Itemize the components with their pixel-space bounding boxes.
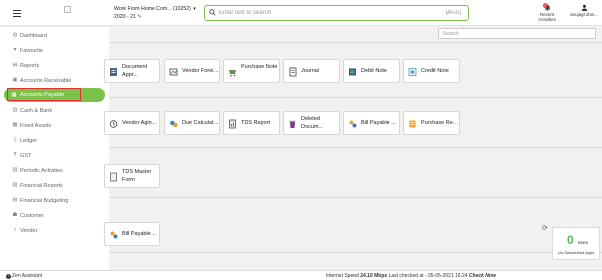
- company-selector[interactable]: Work From Home Com... (10252) ▾ 2020 - 2…: [114, 6, 196, 21]
- sidebar-item-financial-reports[interactable]: ▨ Financial Reports: [0, 178, 105, 193]
- financial-reports-icon: ▨: [12, 182, 18, 188]
- card-document-approval[interactable]: Document Appr...: [104, 59, 160, 83]
- sidebar-item-customer[interactable]: ☗ Customer: [0, 208, 105, 223]
- content-search-box[interactable]: [438, 28, 596, 39]
- section-divider: [109, 42, 602, 43]
- financial-year: 2020 - 21: [114, 13, 136, 20]
- more-link[interactable]: More: [578, 240, 588, 245]
- vendor-aging-icon: [109, 119, 119, 129]
- credit-note-icon: [408, 67, 418, 77]
- sidebar-item-vendor[interactable]: ⬨ Vendor: [0, 223, 105, 238]
- user-icon: [581, 4, 587, 11]
- dashboard-icon: ◍: [12, 32, 18, 38]
- assets-icon: ▩: [12, 122, 18, 128]
- recent-activities-button[interactable]: 0 Recent Activities: [531, 3, 563, 22]
- ledger-icon: ▯: [13, 137, 17, 143]
- user-name: anujagl.shin...: [570, 12, 598, 17]
- card-purchase-note[interactable]: Purchase Note: [223, 59, 280, 83]
- card-bill-payable-2[interactable]: Bill Payable ...: [104, 222, 160, 246]
- section-divider: [109, 197, 602, 198]
- edit-icon[interactable]: ✎: [137, 14, 141, 20]
- debit-note-icon: [348, 67, 358, 77]
- status-bar: ? Zen Assistant Internet Speed 24.10 Mbps…: [0, 270, 602, 280]
- card-vendor-foreign[interactable]: Vendor Foreig...: [164, 59, 220, 83]
- card-vendor-aging[interactable]: Vendor Aging...: [104, 111, 160, 135]
- company-name: Work From Home Com... (10252): [114, 6, 191, 12]
- notification-badge: 0: [543, 3, 548, 8]
- payable-icon: ▦: [11, 92, 17, 98]
- journal-icon: [288, 67, 298, 77]
- search-icon: [209, 9, 216, 16]
- top-bar: Work From Home Com... (10252) ▾ 2020 - 2…: [0, 0, 602, 26]
- sidebar-item-gst[interactable]: ₹ GST: [0, 148, 105, 163]
- tds-report-icon: [228, 119, 238, 129]
- content-search-input[interactable]: [443, 29, 593, 38]
- bank-icon: ▥: [12, 107, 18, 113]
- periodic-icon: ▧: [12, 167, 18, 173]
- vendor-icon: ⬨: [13, 227, 17, 233]
- internet-speed: Internet Speed 24.10 Mbps Last checked a…: [326, 273, 496, 279]
- receivable-icon: ▣: [12, 77, 18, 83]
- tds-master-icon: [109, 172, 119, 182]
- bill-payable-icon: [348, 119, 358, 129]
- bill-payable-icon: [109, 230, 119, 240]
- reports-icon: ▤: [12, 62, 18, 68]
- help-icon: ?: [6, 274, 11, 279]
- card-due-calculation[interactable]: Due Calculati...: [164, 111, 220, 135]
- card-journal[interactable]: Journal: [283, 59, 340, 83]
- sidebar-item-periodic-activities[interactable]: ▧ Periodic Activities: [0, 163, 105, 178]
- unsubscribed-apps-widget[interactable]: 0 More Un-Subscribed Apps: [552, 227, 600, 260]
- card-credit-note[interactable]: Credit Note: [403, 59, 460, 83]
- document-approval-icon: [109, 67, 119, 77]
- search-shortcut: [Alt+G]: [445, 10, 461, 16]
- sidebar-item-cash-bank[interactable]: ▥ Cash & Bank: [0, 103, 105, 118]
- card-tds-report[interactable]: TDS Report: [223, 111, 280, 135]
- sidebar-item-ledger[interactable]: ▯ Ledger: [0, 133, 105, 148]
- card-tds-master-form[interactable]: TDS Master Form: [104, 164, 160, 188]
- section-divider: [109, 147, 602, 148]
- hamburger-menu-icon[interactable]: [13, 10, 21, 18]
- deleted-document-icon: [288, 119, 298, 129]
- vendor-foreign-icon: [169, 67, 179, 77]
- rupee-icon: ₹: [13, 152, 17, 158]
- budget-icon: ▤: [12, 197, 18, 203]
- card-purchase-register[interactable]: Purchase Regi...: [403, 111, 460, 135]
- card-bill-payable[interactable]: Bill Payable ...: [343, 111, 400, 135]
- sidebar-item-dashboard[interactable]: ◍ Dashboard: [0, 28, 105, 43]
- purchase-register-icon: [408, 119, 418, 129]
- section-divider: [109, 97, 602, 98]
- global-search[interactable]: [Alt+G]: [204, 5, 469, 21]
- card-deleted-document[interactable]: Deleted Docum...: [283, 111, 340, 135]
- section-divider: [109, 252, 602, 253]
- refresh-icon[interactable]: ⟳: [542, 224, 548, 232]
- due-calculation-icon: [169, 119, 179, 129]
- zen-assistant[interactable]: ? Zen Assistant: [6, 273, 42, 279]
- recent-activities-label: Recent Activities: [538, 12, 556, 22]
- customer-icon: ☗: [12, 212, 18, 218]
- check-now-link[interactable]: Check Now: [469, 273, 496, 279]
- card-debit-note[interactable]: Debit Note: [343, 59, 400, 83]
- chevron-down-icon: ▾: [191, 6, 196, 12]
- sidebar: ◍ Dashboard ♥ Favourite ▤ Reports ▣ Accounts…: [0, 27, 109, 270]
- company-logo: [64, 6, 71, 13]
- sidebar-item-fixed-assets[interactable]: ▩ Fixed Assets: [0, 118, 105, 133]
- heart-icon: ♥: [13, 47, 17, 53]
- sidebar-item-reports[interactable]: ▤ Reports: [0, 58, 105, 73]
- sidebar-item-accounts-receivable[interactable]: ▣ Accounts Receivable: [0, 73, 105, 88]
- user-menu[interactable]: anujagl.shin...: [569, 4, 599, 17]
- unsubscribed-apps-label: Un-Subscribed Apps: [557, 250, 595, 255]
- sidebar-item-favourite[interactable]: ♥ Favourite: [0, 43, 105, 58]
- search-input[interactable]: [219, 7, 429, 19]
- sidebar-item-accounts-payable[interactable]: ▦ Accounts Payable: [4, 88, 105, 102]
- purchase-note-icon: [228, 67, 238, 77]
- speed-value: 24.10 Mbps: [360, 273, 388, 279]
- last-checked: Last checked at - 05-05-2021 16:24: [388, 273, 468, 279]
- sidebar-item-financial-budgeting[interactable]: ▤ Financial Budgeting: [0, 193, 105, 208]
- unsubscribed-count: 0: [567, 233, 574, 247]
